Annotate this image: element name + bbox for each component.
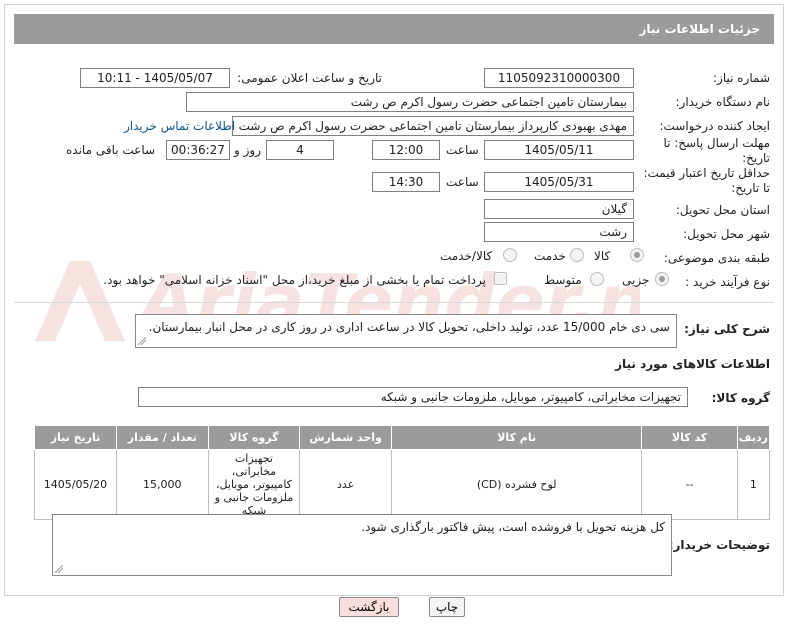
category-radio-goods[interactable]: [630, 248, 644, 262]
deadline-label: مهلت ارسال پاسخ: تا تاریخ:: [663, 136, 770, 165]
price-validity-date-field: 1405/05/31: [484, 172, 634, 192]
announce-datetime-label: تاریخ و ساعت اعلان عمومی:: [237, 71, 382, 85]
deadline-days-field: 4: [266, 140, 334, 160]
cell-need-date: 1405/05/20: [34, 449, 117, 520]
process-label: نوع فرآیند خرید :: [685, 275, 770, 289]
goods-group-label: گروه کالا:: [711, 391, 770, 405]
category-radio-service[interactable]: [570, 248, 584, 262]
buyer-org-label: نام دستگاه خریدار:: [675, 95, 771, 109]
col-unit: واحد شمارش: [299, 425, 392, 450]
category-label: طبقه بندی موضوعی:: [663, 251, 770, 265]
col-group: گروه کالا: [207, 425, 301, 450]
cell-group: تجهیزات مخابراتی، کامپیوتر، موبایل، ملزو…: [207, 449, 301, 520]
city-field: رشت: [484, 222, 634, 242]
deadline-date-field: 1405/05/11: [484, 140, 634, 160]
cell-unit: عدد: [299, 449, 392, 520]
remaining-time-label: ساعت باقی مانده: [66, 143, 156, 157]
price-validity-label: حداقل تاریخ اعتبار قیمت: تا تاریخ:: [643, 166, 770, 195]
category-option-goods-service: کالا/خدمت: [440, 249, 493, 263]
city-label: شهر محل تحویل:: [683, 227, 770, 241]
province-label: استان محل تحویل:: [675, 203, 770, 217]
requester-field: مهدی بهبودی کارپرداز بیمارستان تامین اجت…: [232, 116, 634, 136]
process-option-minor: جزیی: [622, 273, 650, 287]
page-title: جزئیات اطلاعات نیاز: [639, 22, 760, 36]
category-radio-goods-service[interactable]: [503, 248, 517, 262]
col-name: نام کالا: [390, 425, 643, 450]
province-field: گیلان: [484, 199, 634, 219]
announce-datetime-field: 1405/05/07 - 10:11: [80, 68, 230, 88]
remaining-time-field: 00:36:27: [166, 140, 230, 160]
deadline-time-label: ساعت: [446, 143, 479, 157]
treasury-payment-checkbox[interactable]: [494, 272, 507, 285]
goods-table-header: ردیف کد کالا نام کالا واحد شمارش گروه کا…: [34, 425, 771, 450]
table-row: 1 -- لوح فشرده (CD) عدد تجهیزات مخابراتی…: [34, 449, 771, 520]
description-text: سی دی خام 15/000 عدد، تولید داخلی، تحویل…: [148, 320, 670, 334]
cell-row: 1: [736, 449, 771, 520]
category-option-goods: کالا: [594, 249, 611, 263]
resize-handle-icon[interactable]: [55, 565, 63, 573]
description-textarea: سی دی خام 15/000 عدد، تولید داخلی، تحویل…: [135, 314, 677, 348]
col-row: ردیف: [736, 425, 771, 450]
buyer-notes-label: توضیحات خریدار:: [668, 538, 770, 552]
col-quantity: تعداد / مقدار: [115, 425, 209, 450]
buyer-notes-textarea: کل هزینه تحویل با فروشده است، پیش فاکتور…: [52, 514, 672, 576]
process-radio-medium[interactable]: [590, 272, 604, 286]
requester-label: ایجاد کننده درخواست:: [659, 119, 770, 133]
treasury-payment-note: پرداخت تمام یا بخشی از مبلغ خرید،از محل …: [103, 273, 486, 287]
goods-group-field: تجهیزات مخابراتی، کامپیوتر، موبایل، ملزو…: [138, 387, 688, 407]
buyer-org-field: بیمارستان تامین اجتماعی حضرت رسول اکرم ص…: [186, 92, 634, 112]
price-validity-time-field: 14:30: [372, 172, 440, 192]
process-radio-minor[interactable]: [655, 272, 669, 286]
page-header: جزئیات اطلاعات نیاز: [14, 14, 774, 44]
process-option-medium: متوسط: [544, 273, 582, 287]
need-number-field: 1105092310000300: [484, 68, 634, 88]
cell-quantity: 15,000: [115, 449, 209, 520]
print-button[interactable]: چاپ: [429, 597, 465, 617]
resize-handle-icon[interactable]: [138, 337, 146, 345]
col-code: کد کالا: [641, 425, 738, 450]
description-label: شرح کلی نیاز:: [684, 322, 770, 336]
back-button[interactable]: بازگشت: [339, 597, 399, 617]
col-need-date: تاریخ نیاز: [34, 425, 117, 450]
divider: [14, 302, 774, 303]
category-option-service: خدمت: [534, 249, 566, 263]
buyer-notes-text: کل هزینه تحویل با فروشده است، پیش فاکتور…: [361, 520, 665, 534]
cell-code: --: [641, 449, 738, 520]
cell-name: لوح فشرده (CD): [390, 449, 643, 520]
buyer-contact-link[interactable]: اطلاعات تماس خریدار: [124, 119, 235, 133]
deadline-days-label: روز و: [234, 143, 261, 157]
need-number-label: شماره نیاز:: [713, 71, 770, 85]
deadline-time-field: 12:00: [372, 140, 440, 160]
goods-table: ردیف کد کالا نام کالا واحد شمارش گروه کا…: [34, 425, 771, 520]
goods-section-title: اطلاعات کالاهای مورد نیاز: [615, 357, 770, 371]
price-validity-time-label: ساعت: [446, 175, 479, 189]
